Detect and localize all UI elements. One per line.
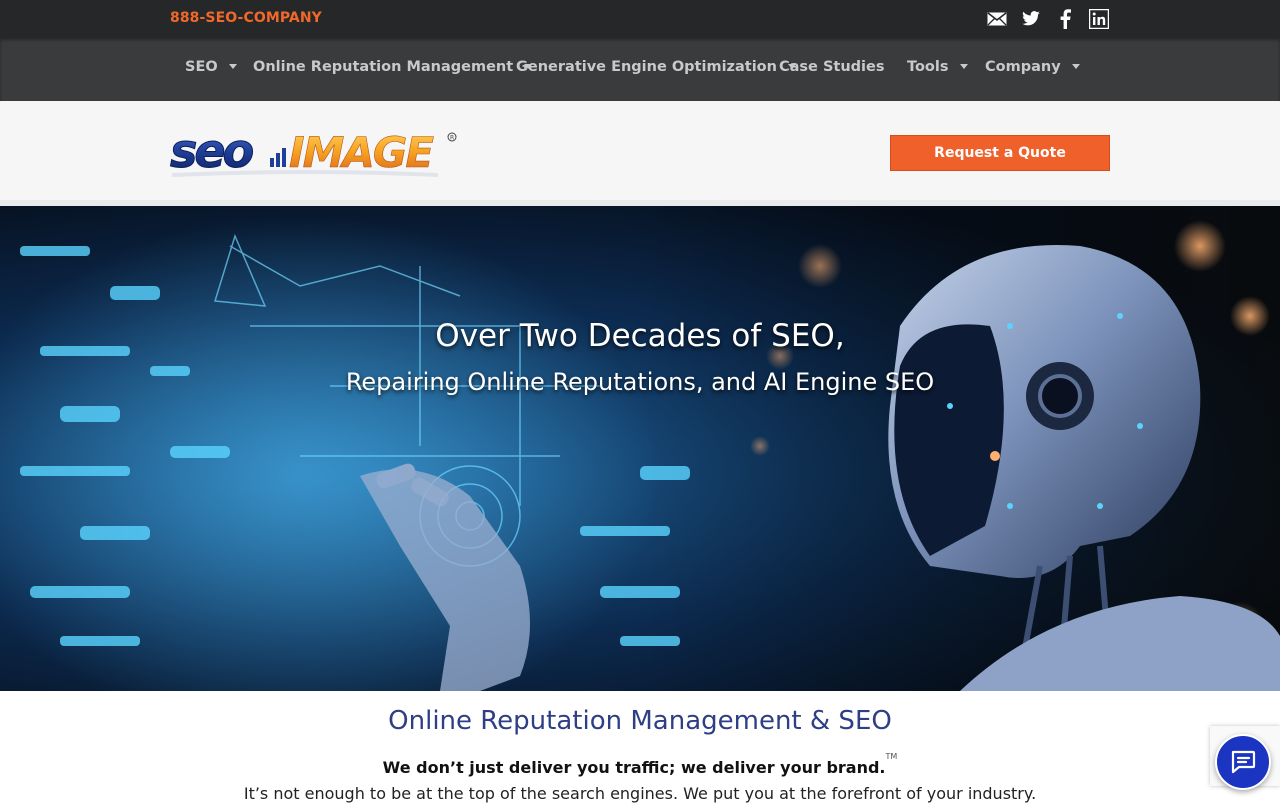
nav-item-label: Case Studies: [779, 59, 885, 75]
twitter-icon[interactable]: [1020, 8, 1042, 30]
nav-item-label: Generative Engine Optimization: [516, 59, 777, 75]
trademark-mark: TM: [885, 752, 898, 761]
site-header: seo IMAGE R Request a Quote: [0, 101, 1280, 201]
nav-item-label: Tools: [907, 59, 949, 75]
hero-banner: Over Two Decades of SEO, Repairing Onlin…: [0, 206, 1280, 691]
nav-item-seo[interactable]: SEO: [185, 59, 237, 75]
intro-paragraph: It’s not enough to be at the top of the …: [243, 784, 1037, 803]
facebook-icon[interactable]: [1054, 8, 1076, 30]
caret-down-icon: [959, 63, 968, 69]
seo-image-logo[interactable]: seo IMAGE R: [168, 124, 460, 187]
main-nav: SEO Online Reputation Management Generat…: [0, 38, 1280, 101]
nav-item-company[interactable]: Company: [985, 59, 1080, 75]
social-links: [986, 8, 1110, 30]
chat-button[interactable]: [1215, 734, 1271, 790]
top-utility-bar: 888-SEO-COMPANY: [0, 0, 1280, 38]
chat-icon: [1231, 750, 1256, 774]
request-quote-button[interactable]: Request a Quote: [890, 135, 1110, 171]
hero-illustration: [0, 206, 1280, 691]
nav-item-label: Online Reputation Management: [253, 59, 514, 75]
svg-text:R: R: [450, 135, 454, 142]
section-title: Online Reputation Management & SEO: [388, 706, 892, 736]
svg-text:seo: seo: [170, 125, 253, 178]
nav-item-generative-engine-optimization[interactable]: Generative Engine Optimization: [516, 59, 796, 75]
nav-item-tools[interactable]: Tools: [907, 59, 968, 75]
svg-text:IMAGE: IMAGE: [289, 128, 434, 177]
hero-title: Over Two Decades of SEO,: [435, 318, 845, 354]
nav-item-online-reputation-management[interactable]: Online Reputation Management: [253, 59, 533, 75]
caret-down-icon: [1071, 63, 1080, 69]
tagline-text: We don’t just deliver you traffic; we de…: [382, 758, 886, 777]
nav-item-label: Company: [985, 59, 1061, 75]
hero-subtitle: Repairing Online Reputations, and AI Eng…: [345, 368, 935, 396]
caret-down-icon: [228, 63, 237, 69]
email-icon[interactable]: [986, 8, 1008, 30]
nav-item-label: SEO: [185, 59, 218, 75]
tagline: We don’t just deliver you traffic; we de…: [0, 752, 1280, 777]
linkedin-icon[interactable]: [1088, 8, 1110, 30]
nav-item-case-studies[interactable]: Case Studies: [779, 59, 884, 75]
phone-link[interactable]: 888-SEO-COMPANY: [170, 10, 322, 26]
